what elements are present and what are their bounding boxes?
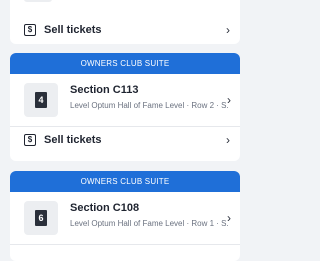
ticket-thumbnail-partial [24, 0, 52, 2]
sell-tickets-label: Sell tickets [44, 134, 102, 146]
ticket-row[interactable]: 6 Section C108 Level Optum Hall of Fame … [10, 192, 240, 245]
card-header: OWNERS CLUB SUITE [10, 53, 240, 74]
ticket-card-previous: $ Sell tickets › [10, 0, 240, 44]
section-title: Section C108 [70, 202, 140, 214]
sell-tickets-button[interactable]: $ Sell tickets › [10, 16, 240, 44]
ticket-thumbnail: 4 [24, 83, 58, 117]
dollar-icon: $ [24, 134, 36, 146]
chevron-right-icon: › [226, 23, 230, 37]
seat-details: Level Optum Hall of Fame Level · Row 1 ·… [70, 219, 228, 228]
dollar-icon: $ [24, 24, 36, 36]
ticket-icon: 6 [35, 210, 47, 226]
sell-tickets-label: Sell tickets [44, 24, 102, 36]
chevron-right-icon: › [226, 133, 230, 147]
chevron-right-icon: › [227, 211, 231, 225]
ticket-icon: 4 [35, 92, 47, 108]
section-title: Section C113 [70, 84, 139, 96]
seat-details: Level Optum Hall of Fame Level · Row 2 ·… [70, 101, 228, 110]
ticket-card: OWNERS CLUB SUITE 4 Section C113 Level O… [10, 53, 240, 161]
sell-tickets-button[interactable]: $ Sell tickets › [10, 126, 240, 154]
ticket-card: OWNERS CLUB SUITE 6 Section C108 Level O… [10, 171, 240, 261]
ticket-thumbnail: 6 [24, 201, 58, 235]
ticket-row[interactable]: 4 Section C113 Level Optum Hall of Fame … [10, 74, 240, 127]
chevron-right-icon: › [227, 93, 231, 107]
card-header: OWNERS CLUB SUITE [10, 171, 240, 192]
